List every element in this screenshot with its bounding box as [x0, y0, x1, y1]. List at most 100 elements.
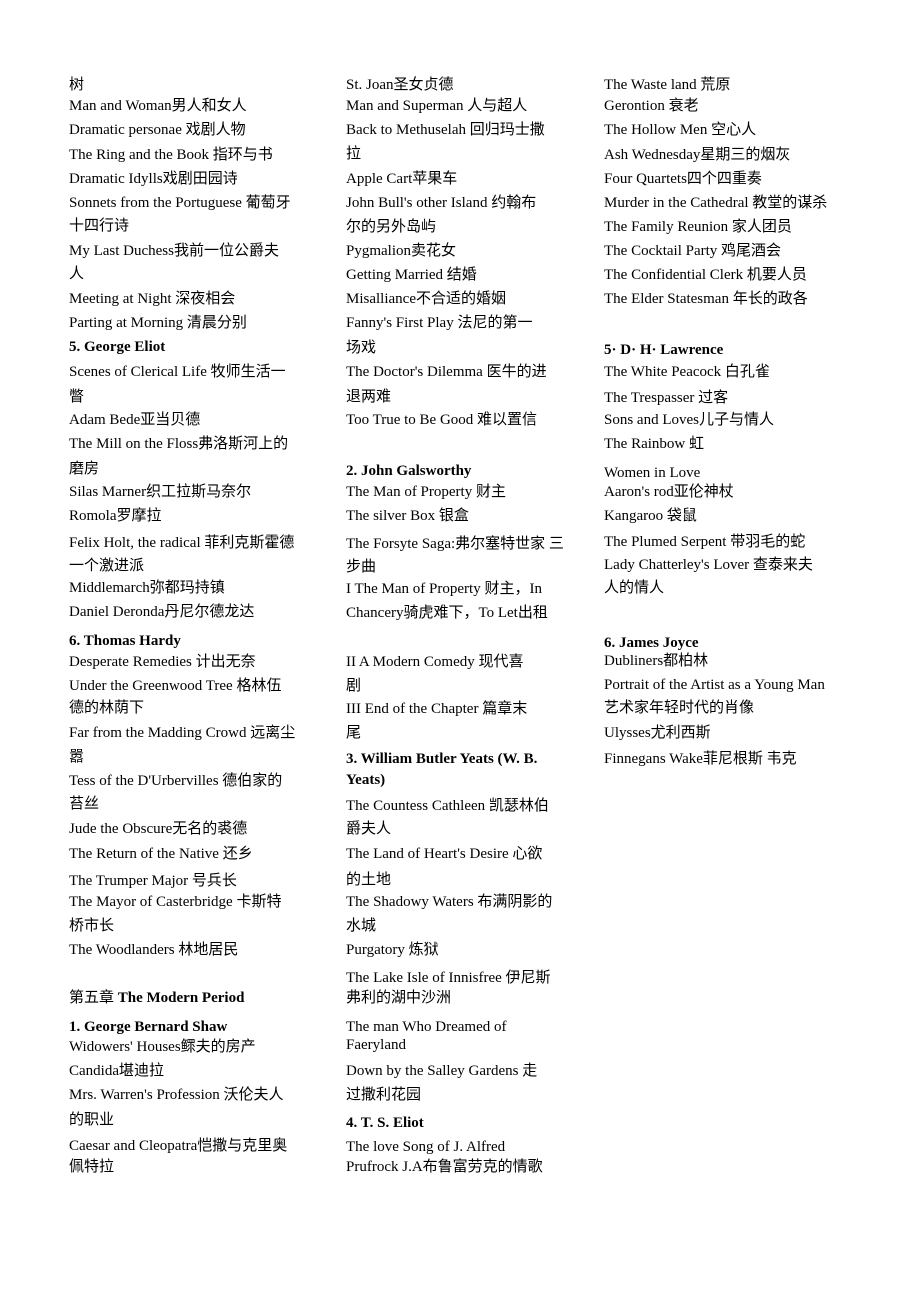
line-text: Sonnets from the Portuguese 葡萄牙: [69, 195, 291, 211]
line-text: 德的林荫下: [69, 700, 145, 716]
list-item: 拉: [346, 145, 361, 163]
line-text: The Return of the Native 还乡: [69, 846, 253, 862]
list-item: The Forsyte Saga:弗尔塞特世家 三: [346, 535, 564, 553]
line-text: Jude the Obscure无名的裘德: [69, 821, 248, 837]
line-text: The Countess Cathleen 凯瑟林伯: [346, 798, 549, 814]
list-item: Parting at Morning 清晨分别: [69, 314, 247, 332]
section-heading: 2. John Galsworthy: [346, 462, 471, 480]
line-text: 十四行诗: [69, 218, 130, 234]
line-text: 瞥: [69, 389, 85, 405]
line-text: My Last Duchess我前一位公爵夫: [69, 243, 279, 259]
line-text: 磨房: [69, 461, 100, 477]
list-item: The man Who Dreamed of: [346, 1018, 507, 1036]
line-text: The White Peacock 白孔雀: [604, 364, 770, 380]
list-item: Murder in the Cathedral 教堂的谋杀: [604, 194, 827, 212]
line-text: 弗利的湖中沙洲: [346, 990, 452, 1006]
line-text: Mrs. Warren's Profession 沃伦夫人: [69, 1087, 284, 1103]
list-item: 剧: [346, 677, 361, 695]
line-text: Meeting at Night 深夜相会: [69, 291, 236, 307]
list-item: The Shadowy Waters 布满阴影的: [346, 893, 552, 911]
list-item: 树: [69, 76, 84, 94]
list-item: Lady Chatterley's Lover 查泰来夫: [604, 556, 813, 574]
line-text: 退两难: [346, 389, 392, 405]
list-item: Felix Holt, the radical 菲利克斯霍德: [69, 534, 294, 552]
list-item: The Trespasser 过客: [604, 389, 728, 407]
section-heading: 5· D· H· Lawrence: [604, 341, 723, 359]
list-item: Tess of the D'Urbervilles 德伯家的: [69, 772, 282, 790]
list-item: Romola罗摩拉: [69, 507, 162, 525]
list-item: The Land of Heart's Desire 心欲: [346, 845, 542, 863]
line-text: 尔的另外岛屿: [346, 219, 437, 235]
line-text: Murder in the Cathedral 教堂的谋杀: [604, 195, 828, 211]
list-item: The Family Reunion 家人团员: [604, 218, 792, 236]
line-text: The Confidential Clerk 机要人员: [604, 267, 807, 283]
list-item: Dubliners都柏林: [604, 652, 708, 670]
list-item: The White Peacock 白孔雀: [604, 363, 770, 381]
line-text: Apple Cart苹果车: [346, 171, 458, 187]
list-item: The Doctor's Dilemma 医牛的进: [346, 363, 547, 381]
section-heading: Yeats): [346, 771, 385, 789]
line-text: 4. T. S. Eliot: [346, 1115, 424, 1131]
line-text: Ulysses尤利西斯: [604, 725, 711, 741]
line-text: 第五章: [69, 990, 118, 1006]
line-text: The Trespasser 过客: [604, 390, 729, 406]
list-item: The Confidential Clerk 机要人员: [604, 266, 807, 284]
list-item: Desperate Remedies 计出无奈: [69, 653, 256, 671]
list-item: Man and Woman男人和女人: [69, 97, 247, 115]
list-item: 一个激进派: [69, 557, 144, 575]
list-item: 步曲: [346, 558, 376, 576]
line-text: 3. William Butler Yeats (W. B.: [346, 751, 538, 767]
line-text: The Man of Property 财主: [346, 484, 506, 500]
list-item: 嚣: [69, 748, 84, 766]
list-item: The Mill on the Floss弗洛斯河上的: [69, 435, 288, 453]
list-item: Far from the Madding Crowd 远离尘: [69, 724, 295, 742]
list-item: 尾: [346, 724, 361, 742]
list-item: 磨房: [69, 460, 99, 478]
list-item: Jude the Obscure无名的裘德: [69, 820, 247, 838]
list-item: 德的林荫下: [69, 699, 144, 717]
list-item: 桥市长: [69, 917, 114, 935]
list-item: Scenes of Clerical Life 牧师生活一: [69, 363, 286, 381]
line-text: Daniel Deronda丹尼尔德龙达: [69, 604, 255, 620]
list-item: Apple Cart苹果车: [346, 170, 457, 188]
list-item: The silver Box 银盒: [346, 507, 469, 525]
line-text: Ash Wednesday星期三的烟灰: [604, 147, 791, 163]
line-text: The Shadowy Waters 布满阴影的: [346, 894, 553, 910]
line-text: The Doctor's Dilemma 医牛的进: [346, 364, 547, 380]
line-text: 一个激进派: [69, 558, 145, 574]
list-item: Four Quartets四个四重奏: [604, 170, 762, 188]
line-text: St. Joan圣女贞德: [346, 77, 454, 93]
line-text: 尾: [346, 725, 362, 741]
list-item: The Lake Isle of Innisfree 伊尼斯: [346, 969, 551, 987]
line-text: Women in Love: [604, 465, 701, 481]
line-text: The Waste land 荒原: [604, 77, 731, 93]
list-item: The Rainbow 虹: [604, 435, 704, 453]
line-text: 爵夫人: [346, 821, 392, 837]
list-item: II A Modern Comedy 现代喜: [346, 653, 524, 671]
line-text: 佩特拉: [69, 1159, 115, 1175]
list-item: Prufrock J.A布鲁富劳克的情歌: [346, 1158, 543, 1176]
line-text: Four Quartets四个四重奏: [604, 171, 762, 187]
list-item: 过撒利花园: [346, 1086, 421, 1104]
line-text: Widowers' Houses鳏夫的房产: [69, 1039, 256, 1055]
list-item: Under the Greenwood Tree 格林伍: [69, 677, 281, 695]
line-text: 6. Thomas Hardy: [69, 633, 181, 649]
list-item: The Trumper Major 号兵长: [69, 872, 237, 890]
list-item: The Plumed Serpent 带羽毛的蛇: [604, 533, 805, 551]
line-text: The Rainbow 虹: [604, 436, 704, 452]
line-text: Dramatic Idylls戏剧田园诗: [69, 171, 238, 187]
line-text: Man and Woman男人和女人: [69, 98, 247, 114]
list-item: Candida堪迪拉: [69, 1062, 164, 1080]
list-item: Pygmalion卖花女: [346, 242, 456, 260]
line-text: Kangaroo 袋鼠: [604, 508, 697, 524]
line-text: Faeryland: [346, 1037, 406, 1053]
line-text: The Forsyte Saga:弗尔塞特世家 三: [346, 536, 564, 552]
line-text: 的职业: [69, 1112, 115, 1128]
line-text: The Trumper Major 号兵长: [69, 873, 237, 889]
list-item: Man and Superman 人与超人: [346, 97, 527, 115]
list-item: 的土地: [346, 871, 391, 889]
list-item: Purgatory 炼狱: [346, 941, 439, 959]
line-text: 步曲: [346, 559, 377, 575]
list-item: 十四行诗: [69, 217, 129, 235]
line-text: Prufrock J.A布鲁富劳克的情歌: [346, 1159, 543, 1175]
